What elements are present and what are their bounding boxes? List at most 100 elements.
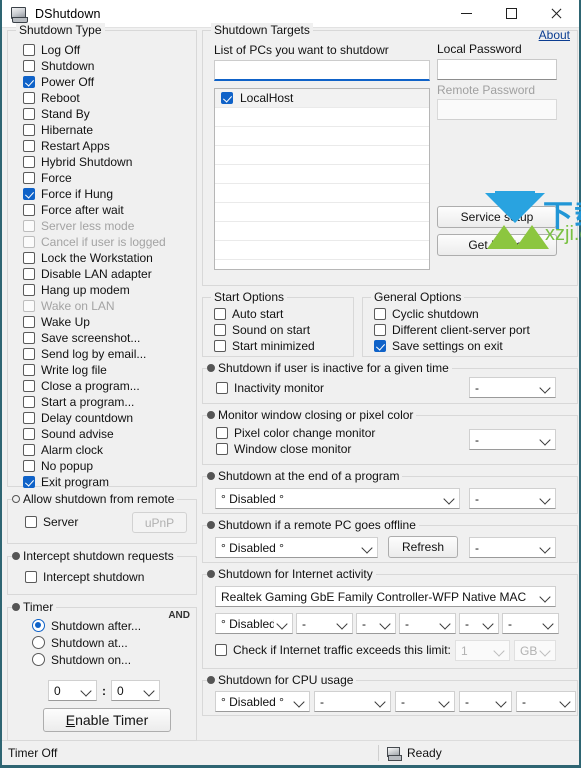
general-option-item[interactable]: Save settings on exit — [374, 338, 577, 354]
about-link[interactable]: About — [539, 28, 570, 42]
shutdown-type-checkbox[interactable] — [23, 380, 35, 392]
shutdown-type-item[interactable]: Wake Up — [23, 314, 196, 330]
shutdown-type-item[interactable]: Sound advise — [23, 426, 196, 442]
shutdown-type-item[interactable]: No popup — [23, 458, 196, 474]
shutdown-type-checkbox[interactable] — [23, 348, 35, 360]
inactivity-combo[interactable]: - — [469, 377, 556, 398]
remote-password-input[interactable] — [437, 99, 557, 120]
cpu-combo-1[interactable]: - — [314, 691, 391, 712]
local-password-input[interactable] — [437, 59, 557, 80]
monitor-window-option-checkbox[interactable] — [216, 443, 228, 455]
inactivity-monitor-checkbox[interactable] — [216, 382, 228, 394]
pc-list-item[interactable]: LocalHost — [215, 89, 429, 108]
intercept-checkbox-row[interactable]: Intercept shutdown — [25, 569, 144, 585]
shutdown-type-item[interactable]: Log Off — [23, 42, 196, 58]
traffic-unit-combo[interactable]: GB — [514, 640, 556, 661]
shutdown-type-item[interactable]: Alarm clock — [23, 442, 196, 458]
inactivity-checkbox-row[interactable]: Inactivity monitor — [216, 380, 324, 396]
shutdown-type-item[interactable]: Send log by email... — [23, 346, 196, 362]
internet-combo-3[interactable]: - — [399, 613, 456, 634]
shutdown-type-item[interactable]: Write log file — [23, 362, 196, 378]
internet-combo-4[interactable]: - — [459, 613, 499, 634]
monitor-window-combo[interactable]: - — [469, 429, 556, 450]
shutdown-type-item[interactable]: Exit program — [23, 474, 196, 490]
monitor-window-option-checkbox[interactable] — [216, 427, 228, 439]
shutdown-type-checkbox[interactable] — [23, 204, 35, 216]
shutdown-type-checkbox[interactable] — [23, 476, 35, 488]
timer-radio-item[interactable]: Shutdown on... — [32, 651, 196, 668]
start-option-item[interactable]: Start minimized — [214, 338, 353, 354]
shutdown-type-item[interactable]: Hibernate — [23, 122, 196, 138]
cpu-combo-3[interactable]: - — [459, 691, 512, 712]
shutdown-type-item[interactable]: Start a program... — [23, 394, 196, 410]
remote-offline-combo[interactable]: ° Disabled ° — [215, 537, 378, 558]
general-option-checkbox[interactable] — [374, 340, 386, 352]
timer-minutes-combo[interactable]: 0 — [111, 680, 160, 701]
general-option-checkbox[interactable] — [374, 324, 386, 336]
shutdown-type-checkbox[interactable] — [23, 316, 35, 328]
shutdown-type-checkbox[interactable] — [23, 140, 35, 152]
shutdown-type-checkbox[interactable] — [23, 460, 35, 472]
cpu-combo-0[interactable]: ° Disabled ° — [215, 691, 310, 712]
shutdown-type-item[interactable]: Close a program... — [23, 378, 196, 394]
traffic-value-combo[interactable]: 1 — [455, 640, 510, 661]
start-option-item[interactable]: Sound on start — [214, 322, 353, 338]
shutdown-type-item[interactable]: Shutdown — [23, 58, 196, 74]
shutdown-type-checkbox[interactable] — [23, 76, 35, 88]
network-adapter-combo[interactable]: Realtek Gaming GbE Family Controller-WFP… — [215, 586, 556, 607]
shutdown-type-checkbox[interactable] — [23, 172, 35, 184]
general-option-item[interactable]: Different client-server port — [374, 322, 577, 338]
minimize-button[interactable] — [444, 0, 489, 27]
timer-hours-combo[interactable]: 0 — [48, 680, 97, 701]
shutdown-type-checkbox[interactable] — [23, 108, 35, 120]
pc-name-input[interactable] — [214, 60, 430, 81]
upnp-button[interactable]: uPnP — [132, 512, 187, 533]
refresh-button[interactable]: Refresh — [388, 536, 458, 558]
intercept-shutdown-checkbox[interactable] — [25, 571, 37, 583]
shutdown-type-checkbox[interactable] — [23, 44, 35, 56]
maximize-button[interactable] — [489, 0, 534, 27]
internet-combo-2[interactable]: - — [356, 613, 396, 634]
start-option-item[interactable]: Auto start — [214, 306, 353, 322]
shutdown-type-checkbox[interactable] — [23, 252, 35, 264]
shutdown-type-checkbox[interactable] — [23, 268, 35, 280]
timer-radio-item[interactable]: Shutdown at... — [32, 634, 196, 651]
pc-checkbox[interactable] — [221, 92, 233, 104]
shutdown-type-checkbox[interactable] — [23, 156, 35, 168]
start-option-checkbox[interactable] — [214, 340, 226, 352]
shutdown-type-checkbox[interactable] — [23, 364, 35, 376]
timer-radio[interactable] — [32, 653, 45, 666]
shutdown-type-item[interactable]: Disable LAN adapter — [23, 266, 196, 282]
shutdown-type-item[interactable]: Stand By — [23, 106, 196, 122]
traffic-limit-row[interactable]: Check if Internet traffic exceeds this l… — [215, 642, 451, 658]
shutdown-type-item[interactable]: Power Off — [23, 74, 196, 90]
pc-listbox[interactable]: LocalHost — [214, 88, 430, 270]
close-button[interactable] — [534, 0, 579, 27]
remote-offline-secondary-combo[interactable]: - — [469, 537, 556, 558]
shutdown-type-checkbox[interactable] — [23, 124, 35, 136]
traffic-limit-checkbox[interactable] — [215, 644, 227, 656]
start-option-checkbox[interactable] — [214, 324, 226, 336]
cpu-combo-4[interactable]: - — [516, 691, 576, 712]
server-checkbox[interactable] — [25, 516, 37, 528]
shutdown-type-checkbox[interactable] — [23, 188, 35, 200]
general-option-checkbox[interactable] — [374, 308, 386, 320]
service-setup-button[interactable]: Service setup — [437, 206, 557, 228]
end-of-program-combo[interactable]: ° Disabled ° — [215, 488, 460, 509]
internet-combo-5[interactable]: - — [502, 613, 559, 634]
enable-timer-button[interactable]: Enable Timer — [43, 708, 171, 732]
shutdown-type-checkbox[interactable] — [23, 60, 35, 72]
shutdown-type-item[interactable]: Reboot — [23, 90, 196, 106]
timer-radio[interactable] — [32, 619, 45, 632]
shutdown-type-item[interactable]: Delay countdown — [23, 410, 196, 426]
timer-radio[interactable] — [32, 636, 45, 649]
start-option-checkbox[interactable] — [214, 308, 226, 320]
shutdown-type-item[interactable]: Force after wait — [23, 202, 196, 218]
cpu-combo-2[interactable]: - — [395, 691, 455, 712]
general-option-item[interactable]: Cyclic shutdown — [374, 306, 577, 322]
shutdown-type-checkbox[interactable] — [23, 444, 35, 456]
shutdown-type-item[interactable]: Force — [23, 170, 196, 186]
internet-combo-1[interactable]: - — [296, 613, 353, 634]
server-checkbox-row[interactable]: Server — [25, 514, 78, 530]
shutdown-type-checkbox[interactable] — [23, 412, 35, 424]
